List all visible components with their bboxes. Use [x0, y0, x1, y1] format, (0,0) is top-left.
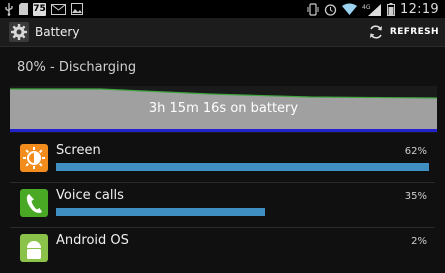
status-bar: 75 4G 12:19 [0, 0, 445, 18]
screen-brightness-icon [20, 144, 48, 172]
notification-badge: 75 [33, 2, 46, 16]
usage-label: Screen [56, 143, 101, 158]
usage-percent: 35% [404, 191, 427, 202]
usage-label: Voice calls [56, 188, 124, 203]
usage-percent: 62% [404, 146, 427, 157]
settings-gear-icon[interactable] [9, 22, 29, 42]
android-icon [20, 234, 48, 262]
usage-row-voice-calls[interactable]: Voice calls 35% [0, 183, 445, 228]
refresh-button[interactable]: REFRESH [368, 24, 445, 40]
refresh-icon [368, 24, 384, 40]
usb-icon [4, 2, 14, 16]
signal-icon: 4G [362, 3, 382, 16]
battery-history-graph[interactable]: 3h 15m 16s on battery [10, 86, 438, 133]
gmail-icon [51, 3, 66, 15]
graph-label: 3h 15m 16s on battery [148, 101, 299, 116]
usage-row-screen[interactable]: Screen 62% [0, 138, 445, 183]
vibrate-icon [307, 2, 319, 16]
battery-icon [387, 2, 396, 16]
page-title: Battery [35, 25, 80, 39]
notification-icons: 75 [0, 2, 83, 16]
usage-percent: 2% [411, 236, 427, 247]
sd-card-icon [19, 3, 28, 15]
usage-bar [56, 163, 429, 171]
usage-label: Android OS [56, 233, 129, 248]
phone-icon [20, 189, 48, 217]
system-icons: 4G 12:19 [307, 2, 445, 17]
image-icon [71, 3, 83, 15]
clock: 12:19 [400, 1, 439, 17]
network-type-label: 4G [362, 4, 371, 11]
action-bar: Battery REFRESH [0, 18, 445, 47]
alarm-icon [324, 3, 337, 16]
battery-status: 80% - Discharging [17, 60, 137, 75]
refresh-label: REFRESH [389, 27, 439, 37]
usage-row-android-os[interactable]: Android OS 2% [0, 228, 445, 273]
usage-bar [56, 208, 265, 216]
wifi-icon [342, 3, 358, 15]
